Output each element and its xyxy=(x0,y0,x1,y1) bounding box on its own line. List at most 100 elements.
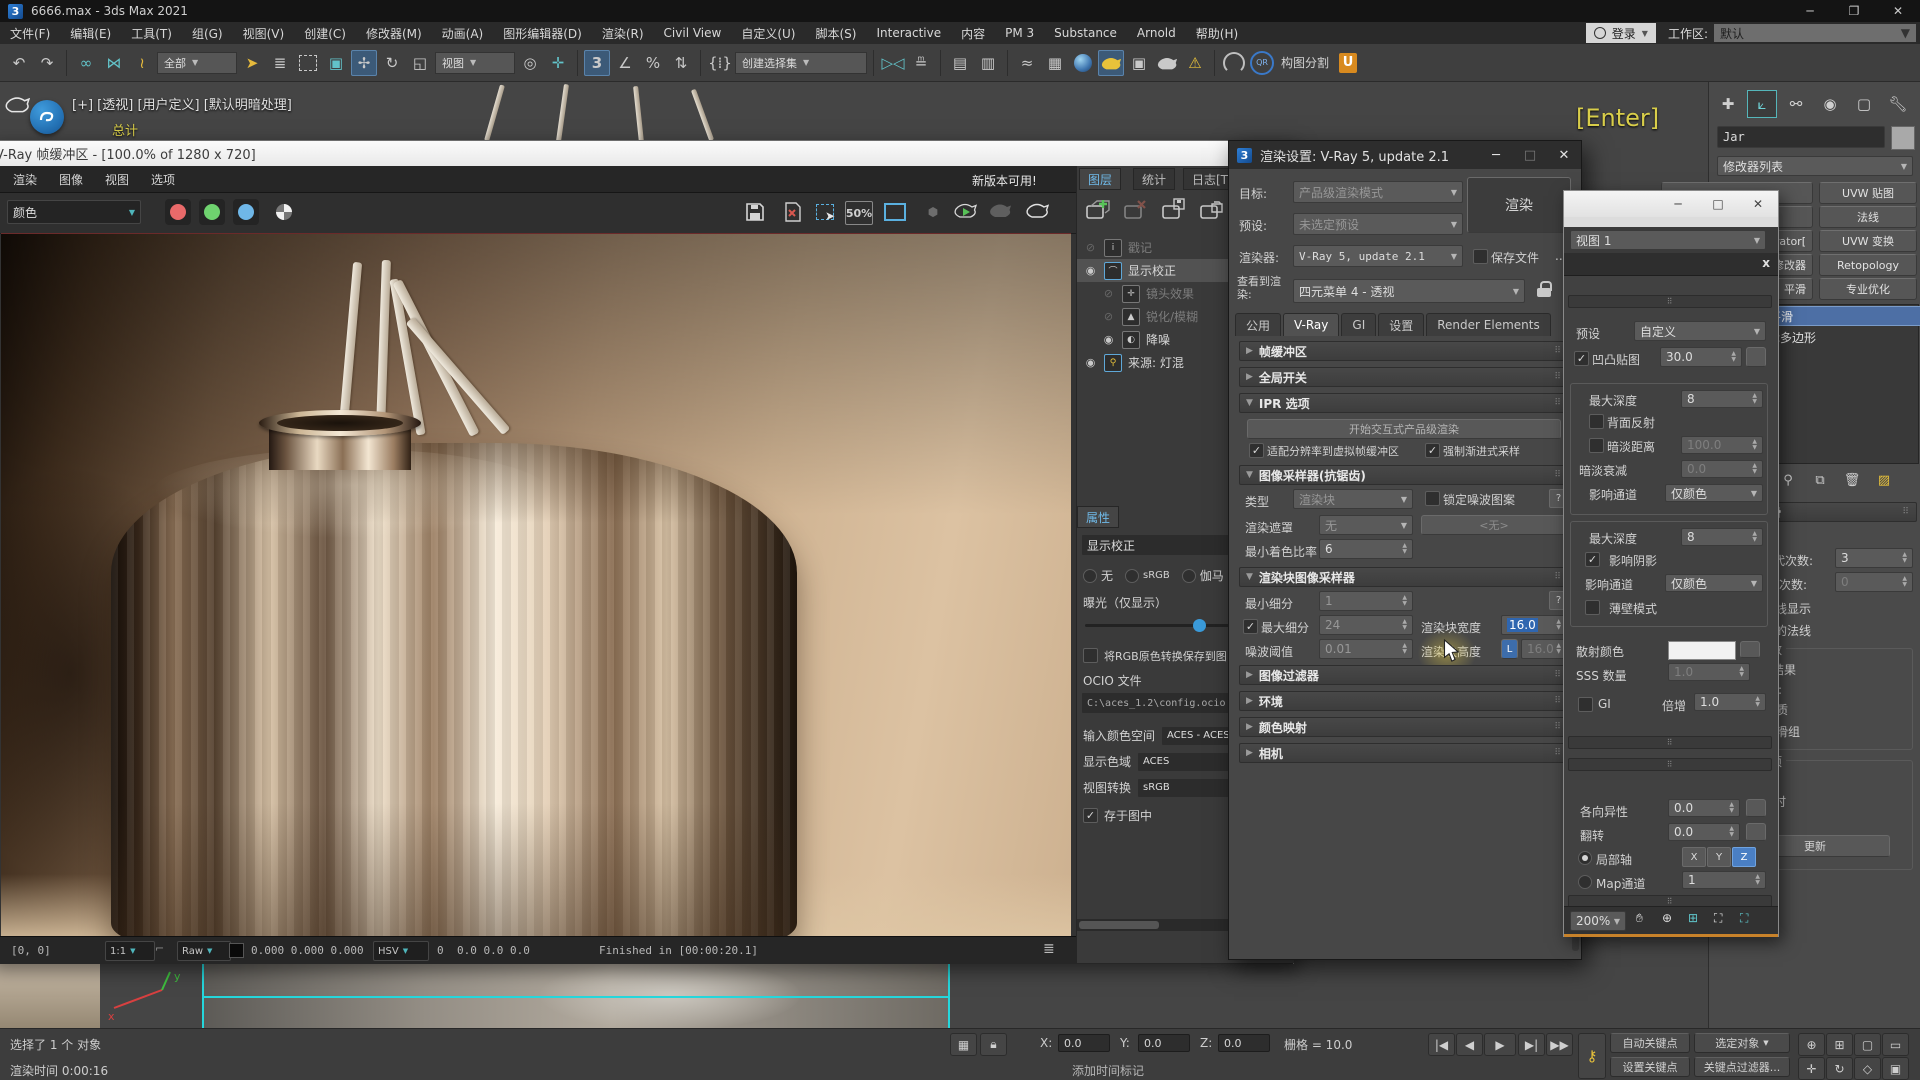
modifier-button-prooptimizer[interactable]: 专业优化 xyxy=(1819,278,1917,300)
menu-scripting[interactable]: 脚本(S) xyxy=(805,25,866,42)
selection-lock-icon[interactable]: 🔒︎ xyxy=(980,1033,1007,1056)
vfb-rendered-image[interactable] xyxy=(1,233,1071,938)
max-depth2-spinner[interactable]: 8▲▼ xyxy=(1681,528,1763,546)
play-icon[interactable]: ▶ xyxy=(1484,1033,1516,1056)
close-icon[interactable]: ✕ xyxy=(1876,0,1920,22)
show-end-result-icon[interactable]: ⧉ xyxy=(1805,466,1835,494)
modifier-button-uvw-xform[interactable]: UVW 变换 xyxy=(1819,230,1917,252)
menu-animation[interactable]: 动画(A) xyxy=(432,25,494,42)
axis-y-button[interactable]: Y xyxy=(1707,847,1731,867)
eye-icon[interactable]: ◉ xyxy=(1083,263,1098,278)
radio-srgb[interactable] xyxy=(1125,569,1139,583)
rect-region-icon[interactable] xyxy=(295,50,321,76)
axis-z-button[interactable]: Z xyxy=(1732,847,1756,867)
headphones-icon[interactable] xyxy=(1221,50,1247,76)
pan-icon[interactable]: ✛ xyxy=(1798,1057,1825,1080)
vfb-ratio-dropdown[interactable]: 1:1▼ xyxy=(105,941,155,961)
scatter-color-swatch[interactable] xyxy=(1668,641,1736,660)
slate-zoom-dropdown[interactable]: 200%▼ xyxy=(1570,911,1626,931)
dim-falloff-spinner[interactable]: 0.0▲▼ xyxy=(1681,460,1763,478)
percent-snap-icon[interactable]: % xyxy=(640,50,666,76)
rollout-global-switches[interactable]: ▶全局开关⠿ xyxy=(1239,367,1569,387)
key-filters-button[interactable]: 关键点过滤器... xyxy=(1694,1057,1790,1077)
render-iterations-spinner[interactable]: 0▲▼ xyxy=(1835,572,1913,592)
start-ipr-button[interactable]: 开始交互式产品级渲染 xyxy=(1247,419,1561,439)
save-rgb-checkbox[interactable] xyxy=(1083,648,1098,663)
maximize-icon[interactable]: □ xyxy=(1698,197,1738,211)
bucket-height-spinner[interactable]: 16.0▲▼ xyxy=(1521,639,1567,659)
radio-none[interactable] xyxy=(1083,569,1097,583)
rollout-image-filter[interactable]: ▶图像过滤器⠿ xyxy=(1239,665,1569,685)
rollout-camera[interactable]: ▶相机⠿ xyxy=(1239,743,1569,763)
back-reflect-checkbox[interactable] xyxy=(1589,414,1604,429)
vfb-add-layer-icon[interactable] xyxy=(1083,196,1113,226)
ipr-fit-checkbox[interactable]: ✓ xyxy=(1249,443,1264,458)
dim-distance-checkbox[interactable] xyxy=(1589,438,1604,453)
close-icon[interactable]: ✕ xyxy=(1738,197,1778,211)
rollout-bucket-sampler[interactable]: ▼渲染块图像采样器⠿ xyxy=(1239,567,1569,587)
menu-arnold[interactable]: Arnold xyxy=(1127,26,1186,40)
menu-create[interactable]: 创建(C) xyxy=(294,25,356,42)
zoom-icon[interactable]: ⊕ xyxy=(1662,911,1672,925)
local-axis-radio[interactable] xyxy=(1578,851,1592,865)
chaos-logo-icon[interactable] xyxy=(30,100,64,134)
modify-tab-icon[interactable]: ⟀ xyxy=(1747,90,1777,118)
vfb-tab-stats[interactable]: 统计 xyxy=(1133,168,1175,190)
zoom-region-icon[interactable]: ⊞ xyxy=(1688,911,1698,925)
slate-rollout-strip[interactable]: ⠿ xyxy=(1568,295,1772,308)
layer-manager-icon[interactable]: ▤ xyxy=(947,50,973,76)
vfb-save-image-icon[interactable] xyxy=(741,198,769,226)
slate-collapsed-rollout[interactable]: ⠿ xyxy=(1568,736,1772,749)
object-color-swatch[interactable] xyxy=(1891,126,1915,150)
modifier-button-uvw-map[interactable]: UVW 贴图 xyxy=(1819,182,1917,204)
set-key-icon[interactable]: ⚷︎ xyxy=(1578,1033,1606,1079)
vfb-delete-layer-icon[interactable] xyxy=(1121,196,1151,226)
eye-off-icon[interactable]: ⊘ xyxy=(1101,286,1116,301)
menu-help[interactable]: 帮助(H) xyxy=(1186,25,1248,42)
select-by-name-icon[interactable]: ≣ xyxy=(267,50,293,76)
rollout-image-sampler[interactable]: ▼图像采样器(抗锯齿)⠿ xyxy=(1239,465,1569,485)
sss-amount-spinner[interactable]: 1.0▲▼ xyxy=(1668,663,1750,681)
minimize-icon[interactable]: ─ xyxy=(1788,0,1832,22)
z-coord-field[interactable]: 0.0 xyxy=(1218,1034,1270,1052)
zoom-extents-icon[interactable]: ▢ xyxy=(1854,1033,1881,1056)
tab-vray[interactable]: V-Ray xyxy=(1283,313,1339,336)
menu-civil-view[interactable]: Civil View xyxy=(654,26,732,40)
bind-spacewarp-icon[interactable]: ≀ xyxy=(129,50,155,76)
vfb-blue-channel-button[interactable] xyxy=(233,199,259,225)
render-button[interactable]: 渲染 xyxy=(1467,177,1571,233)
vfb-render-outline-icon[interactable] xyxy=(1023,196,1051,224)
tab-settings[interactable]: 设置 xyxy=(1378,313,1424,336)
vfb-menu-options[interactable]: 选项 xyxy=(151,171,175,188)
gi-checkbox[interactable] xyxy=(1578,697,1593,712)
render-setup-icon[interactable] xyxy=(1098,50,1124,76)
remove-modifier-icon[interactable]: 🗑︎ xyxy=(1837,466,1867,494)
vfb-tab-layers[interactable]: 图层 xyxy=(1079,168,1121,190)
min-subdivs-spinner[interactable]: 1▲▼ xyxy=(1319,591,1413,611)
dim-distance-spinner[interactable]: 100.0▲▼ xyxy=(1681,436,1763,454)
zoom-selected-icon[interactable]: ⛶︎ xyxy=(1740,911,1748,926)
next-frame-icon[interactable]: ▶| xyxy=(1518,1033,1545,1056)
rollout-frame-buffer[interactable]: ▶帧缓冲区⠿ xyxy=(1239,341,1569,361)
snap-3d-icon[interactable]: 3 xyxy=(584,50,610,76)
vfb-title-bar[interactable]: V-Ray 帧缓冲区 - [100.0% of 1280 x 720] xyxy=(0,141,1293,166)
select-manipulate-icon[interactable]: ✛ xyxy=(545,50,571,76)
eye-off-icon[interactable]: ⊘ xyxy=(1083,240,1098,255)
vfb-zoom-button[interactable]: 50% xyxy=(845,201,873,225)
vfb-update-notice[interactable]: 新版本可用! xyxy=(972,172,1037,189)
utilities-tab-icon[interactable]: 🔧︎ xyxy=(1883,90,1913,118)
affect-shadows-checkbox[interactable]: ✓ xyxy=(1585,552,1600,567)
affect-channels2-dropdown[interactable]: 仅颜色▼ xyxy=(1665,574,1763,592)
maximize-icon[interactable]: ❐ xyxy=(1832,0,1876,22)
menu-group[interactable]: 组(G) xyxy=(182,25,233,42)
vfb-corner-icon[interactable]: ⌐ xyxy=(155,942,164,955)
y-coord-field[interactable]: 0.0 xyxy=(1138,1034,1190,1052)
menu-file[interactable]: 文件(F) xyxy=(0,25,60,42)
minimize-icon[interactable]: ─ xyxy=(1658,197,1698,211)
menu-interactive[interactable]: Interactive xyxy=(866,26,951,40)
tab-render-elements[interactable]: Render Elements xyxy=(1426,313,1550,336)
vfb-raw-dropdown[interactable]: Raw▼ xyxy=(177,941,231,961)
slate-title-bar[interactable]: ─ □ ✕ xyxy=(1564,191,1778,217)
max-depth-spinner[interactable]: 8▲▼ xyxy=(1681,390,1763,408)
vfb-mono-channel-button[interactable] xyxy=(271,199,297,225)
